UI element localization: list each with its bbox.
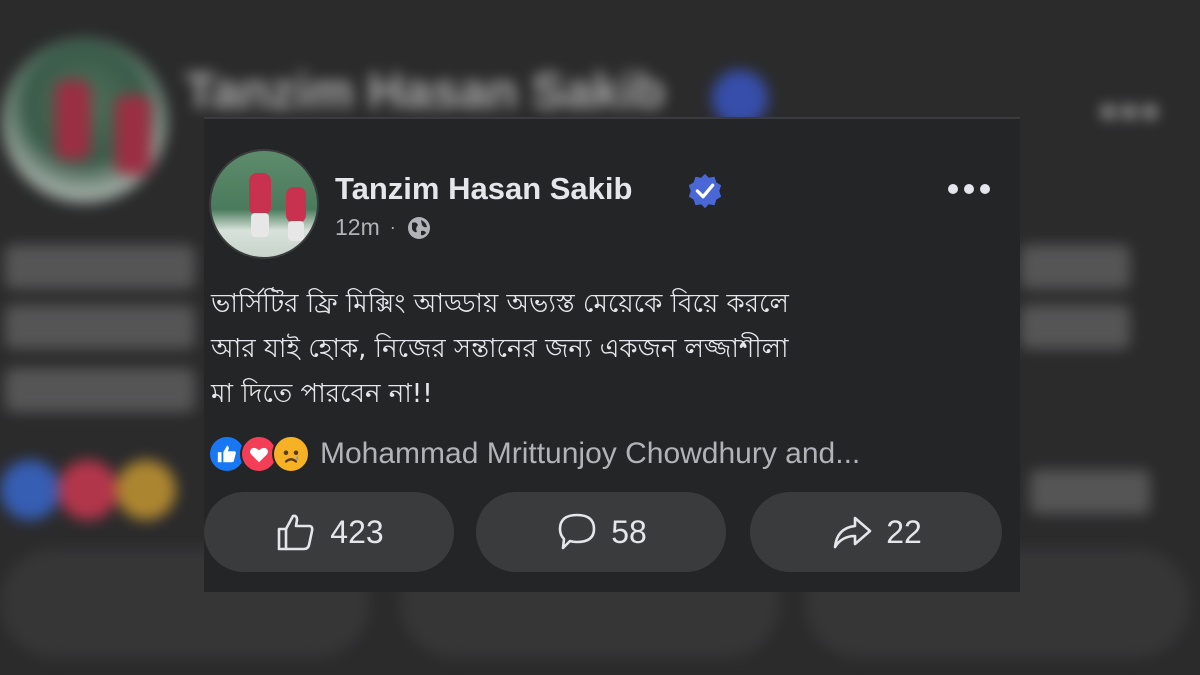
like-count: 423 [330,513,384,550]
share-count: 22 [886,513,922,550]
avatar[interactable] [209,149,319,259]
background-text-line [5,305,195,349]
post-text-line: আর যাই হোক, নিজের সন্তানের জন্য একজন লজ্… [211,334,789,364]
background-love-icon [58,460,118,520]
background-more-icon: ••• [1100,86,1163,139]
background-text-line [1030,470,1150,514]
share-button[interactable]: 22 [750,492,1002,572]
post-text-line: ভার্সিটির ফ্রি মিক্সিং আড্ডায় অভ্যস্ত ম… [211,289,789,319]
background-text-line [5,245,195,289]
sad-icon [272,435,310,473]
background-like-icon [0,460,60,520]
like-thumb-icon [277,514,314,551]
reactions-summary[interactable]: Mohammad Mrittunjoy Chowdhury and... [208,435,860,473]
verified-badge-icon [688,173,722,209]
post-text: ভার্সিটির ফ্রি মিক্সিং আড্ডায় অভ্যস্ত ম… [211,282,1011,417]
comment-bubble-icon [558,513,596,550]
background-sad-icon [116,460,176,520]
post-text-line: মা দিতে পারবেন না!! [211,379,433,409]
share-arrow-icon [833,516,872,549]
post-time[interactable]: 12m [335,214,380,241]
avatar-figure-legs [251,213,269,237]
globe-icon [407,216,430,239]
avatar-figure [286,187,306,223]
reactions-text[interactable]: Mohammad Mrittunjoy Chowdhury and... [320,437,860,471]
post-meta: 12m · [335,214,432,241]
avatar-figure [249,173,271,215]
background-text-line [5,368,195,412]
background-figure [55,80,91,160]
avatar-figure-legs [288,221,304,241]
post-card: Tanzim Hasan Sakib 12m · ভার্সিটির ফ্রি … [204,117,1020,592]
like-button[interactable]: 423 [204,492,454,572]
comment-count: 58 [611,513,647,550]
meta-separator: · [389,217,396,237]
more-options-icon[interactable] [946,181,992,197]
author-name[interactable]: Tanzim Hasan Sakib [335,171,632,207]
background-text-line [1020,305,1130,349]
background-figure [115,95,151,175]
background-text-line [1020,245,1130,289]
background-author-name: Tanzim Hasan Sakib [185,63,665,119]
comment-button[interactable]: 58 [476,492,726,572]
